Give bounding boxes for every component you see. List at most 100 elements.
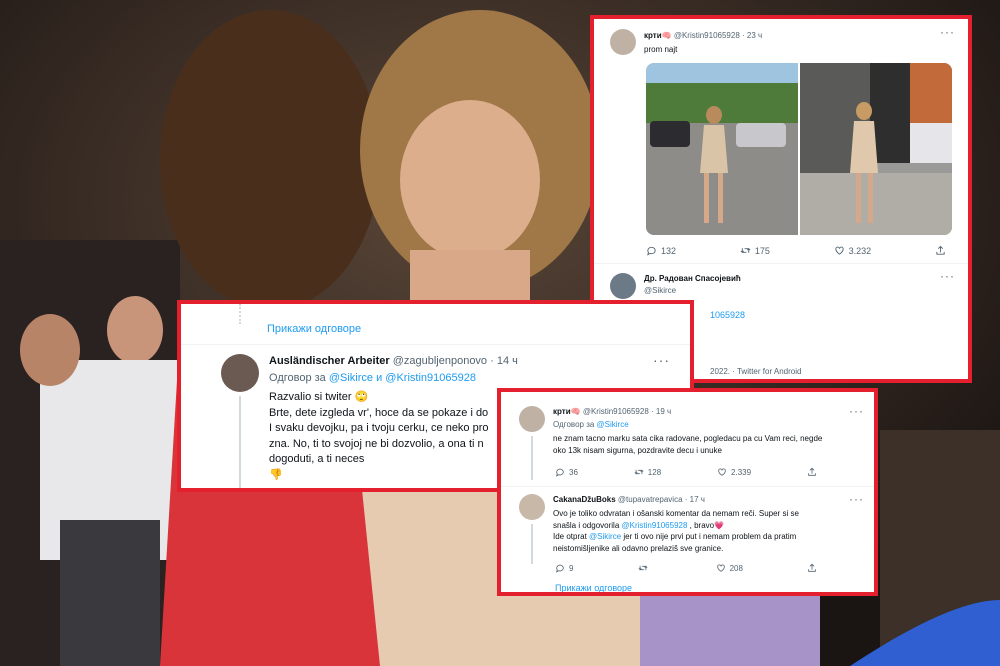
reply-button[interactable]: 132 <box>646 245 676 256</box>
divider <box>501 486 874 487</box>
avatar[interactable] <box>610 29 636 55</box>
tweet-media[interactable] <box>646 63 952 235</box>
show-replies-link[interactable]: Прикажи одговоре <box>267 323 361 335</box>
tweet-text: prom najt <box>644 45 678 54</box>
tweet-time[interactable]: · 23 ч <box>742 31 762 40</box>
tweet-footer: 2022. · Twitter for Android <box>710 367 802 376</box>
share-button[interactable] <box>935 245 946 256</box>
tweet-body: Ovo je toliko odvratan i ošanski komenta… <box>553 508 799 554</box>
author-name[interactable]: Ausländischer Arbeiter <box>269 355 390 367</box>
thread-line <box>531 436 533 480</box>
tweet-line: oko 13k nisam sigurna, pozdravite decu i… <box>553 445 722 455</box>
tweet-time[interactable]: · 19 ч <box>651 407 671 416</box>
retweet-count: 128 <box>647 467 662 477</box>
share-icon <box>808 467 816 476</box>
thread-line <box>531 524 533 564</box>
author-name[interactable]: крти🧠 <box>644 31 672 40</box>
more-icon[interactable]: ··· <box>940 25 955 39</box>
reply-button[interactable]: 36 <box>555 467 578 477</box>
thread-line <box>239 396 241 488</box>
divider <box>181 344 690 345</box>
author-name[interactable]: CakanaDžuBoks <box>553 495 616 504</box>
reply-count: 36 <box>569 467 578 477</box>
retweet-icon <box>638 565 647 571</box>
tweet-line: ne znam tacno marku sata cika radovane, … <box>553 434 823 443</box>
author-handle[interactable]: @tupavatrepavica <box>618 495 683 504</box>
thread-line <box>239 304 243 324</box>
text-segment: Ide otprat <box>553 532 590 541</box>
author-name[interactable]: крти🧠 <box>553 407 581 416</box>
reply-count: 132 <box>661 245 677 256</box>
like-count: 2.339 <box>731 467 752 477</box>
like-count: 208 <box>729 563 743 573</box>
author-handle[interactable]: @Kristin91065928 <box>674 31 740 40</box>
reply-count: 9 <box>569 563 574 573</box>
retweet-count: 175 <box>754 245 770 256</box>
reply-to-label: Одговор за <box>553 420 595 429</box>
more-icon[interactable]: ··· <box>940 269 955 283</box>
like-button[interactable]: 3.232 <box>834 245 872 256</box>
photo-2[interactable] <box>800 63 952 235</box>
reply-icon <box>555 564 564 573</box>
retweet-icon <box>634 469 644 475</box>
divider <box>594 263 968 264</box>
mention-link[interactable]: 1065928 <box>710 310 745 320</box>
share-icon <box>936 245 945 255</box>
avatar[interactable] <box>519 406 545 432</box>
tweet-line: Brte, dete izgleda vr', hoce da se pokaz… <box>269 406 489 419</box>
reply-to-users[interactable]: @Sikirce и @Kristin91065928 <box>329 372 476 384</box>
tweet-body: ne znam tacno marku sata cika radovane, … <box>553 433 822 456</box>
show-replies-link[interactable]: Прикажи одговоре <box>555 583 632 592</box>
tweet-line: I svaku devojku, pa i tvoju cerku, ce ne… <box>269 422 489 434</box>
tweet-body: Razvalio si twiter 🙄 Brte, dete izgleda … <box>269 390 489 483</box>
text-segment: jer ti ovo nije prvi put i nemam problem… <box>621 532 797 541</box>
more-icon[interactable]: ··· <box>849 404 864 418</box>
retweet-button[interactable]: 128 <box>634 467 661 477</box>
like-icon <box>718 468 726 476</box>
tweet-line: zna. No, ti to svojoj ne bi dozvolio, a … <box>269 437 484 450</box>
retweet-button[interactable]: 175 <box>740 245 770 256</box>
retweet-icon <box>740 248 751 253</box>
like-button[interactable]: 208 <box>716 563 743 573</box>
mention-link[interactable]: @Sikirce <box>589 532 621 541</box>
reply-to-user[interactable]: @Sikirce <box>597 420 629 429</box>
avatar[interactable] <box>610 273 636 299</box>
reply-icon <box>555 468 564 477</box>
photo-1[interactable] <box>646 63 798 235</box>
tweet-line: dogoduti, a ti neces <box>269 453 365 465</box>
author-handle[interactable]: @Kristin91065928 <box>583 407 649 416</box>
tweet-time[interactable]: · 14 ч <box>490 355 518 367</box>
tweet-line: Ide otprat @Sikirce jer ti ovo nije prvi… <box>553 531 799 543</box>
avatar[interactable] <box>221 354 259 392</box>
text-segment: , bravo💗 <box>687 520 725 530</box>
author-name[interactable]: Др. Радован Спасојевић <box>644 274 741 283</box>
tweet-card-bottom: крти🧠 @Kristin91065928 · 19 ч ··· Одгово… <box>497 388 878 596</box>
tweet-line: snašla i odgovorila @Kristin91065928 , b… <box>553 520 799 532</box>
reply-button[interactable]: 9 <box>555 563 573 573</box>
tweet-actions: 132 175 3.232 <box>646 245 946 256</box>
tweet-actions: 9 208 <box>555 563 817 573</box>
like-count: 3.232 <box>848 245 872 256</box>
like-button[interactable]: 2.339 <box>717 467 751 477</box>
tweet-line: Ovo je toliko odvratan i ošanski komenta… <box>553 509 799 518</box>
author-handle[interactable]: @zagubljenponovo <box>393 355 487 367</box>
like-icon <box>716 564 725 572</box>
mention-link[interactable]: @Kristin91065928 <box>621 521 687 530</box>
reply-to-label: Одговор за <box>269 372 326 384</box>
text-segment: snašla i odgovorila <box>553 520 622 530</box>
tweet-line: 👎 <box>269 468 283 481</box>
avatar[interactable] <box>519 494 545 520</box>
like-icon <box>835 246 844 255</box>
retweet-button[interactable] <box>638 563 652 573</box>
share-button[interactable] <box>807 563 817 573</box>
author-handle[interactable]: @Sikirce <box>644 286 676 295</box>
share-button[interactable] <box>807 467 817 477</box>
more-icon[interactable]: ··· <box>849 492 864 506</box>
tweet-time[interactable]: · 17 ч <box>685 495 705 504</box>
tweet-line: neistomišljenike ali odavno prelaziš sve… <box>553 543 724 553</box>
tweet-actions: 36 128 2.339 <box>555 467 817 477</box>
share-icon <box>808 563 816 572</box>
tweet-line: Razvalio si twiter 🙄 <box>269 391 369 403</box>
more-icon[interactable]: ··· <box>653 352 670 368</box>
reply-icon <box>647 246 656 256</box>
